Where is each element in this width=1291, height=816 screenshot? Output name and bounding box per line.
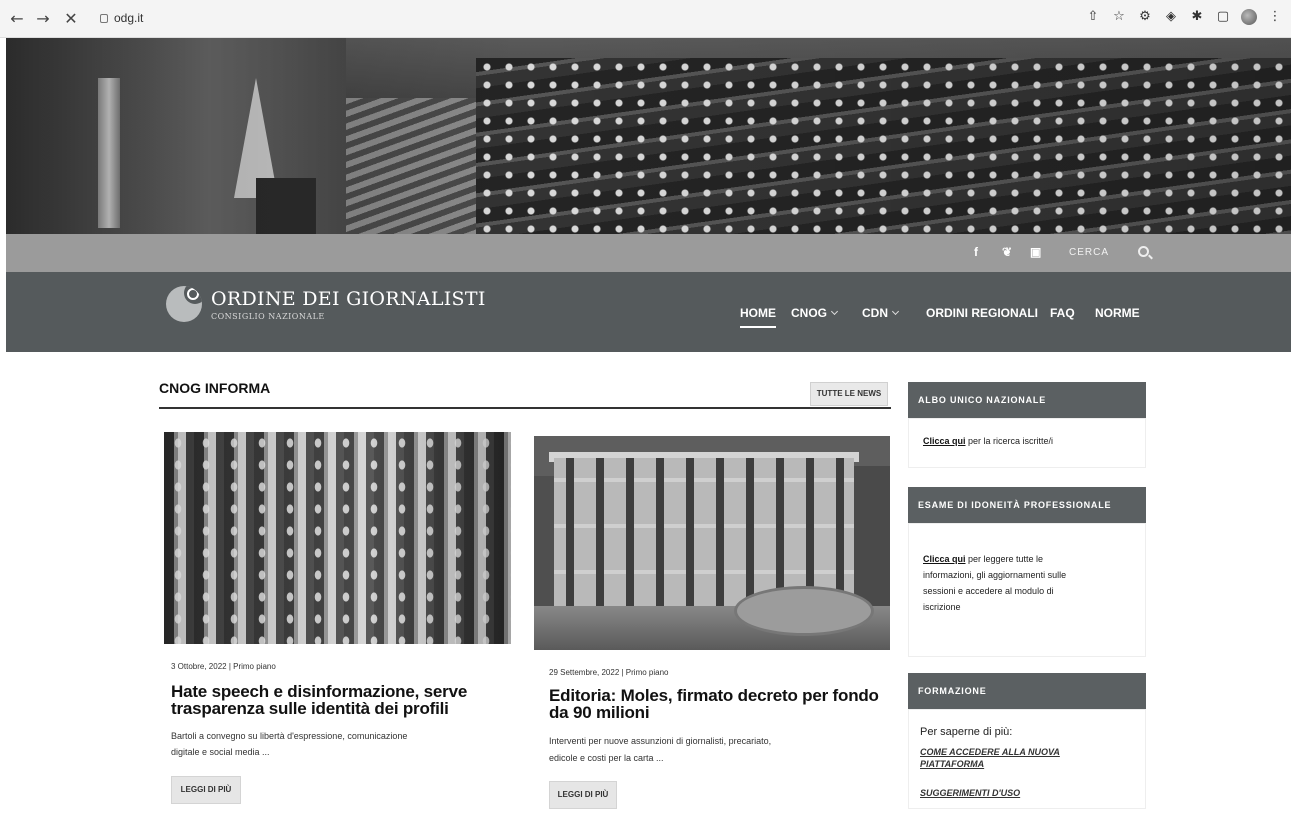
esame-text: sessioni e accedere al modulo di	[923, 586, 1054, 596]
esame-text: informazioni, gli aggiornamenti sulle	[923, 570, 1067, 580]
profile-avatar[interactable]	[1241, 9, 1257, 25]
esame-text-line1: per leggere tutte le	[965, 554, 1044, 564]
url-text: odg.it	[114, 11, 144, 25]
search-icon[interactable]	[1138, 246, 1149, 257]
back-arrow-icon[interactable]: ←	[8, 9, 26, 28]
esame-text: iscrizione	[923, 602, 961, 612]
albo-text-rest: per la ricerca iscritte/i	[965, 436, 1054, 446]
lock-icon	[100, 14, 108, 23]
article-title[interactable]: trasparenza sulle identità dei profili	[171, 700, 449, 717]
article-excerpt: Bartoli a convegno su libertà d'espressi…	[171, 731, 408, 741]
article-image[interactable]	[164, 432, 511, 644]
sidepanel-icon[interactable]: ▢	[1215, 9, 1231, 25]
article-title[interactable]: Hate speech e disinformazione, serve	[171, 683, 467, 700]
nav-ordini-regionali[interactable]: ORDINI REGIONALI	[926, 306, 1038, 320]
formazione-intro: Per saperne di più:	[920, 726, 1013, 738]
esame-link[interactable]: Clicca qui	[923, 554, 966, 564]
star-icon[interactable]: ☆	[1111, 9, 1127, 25]
site-header: ORDINE DEI GIORNALISTI CONSIGLIO NAZIONA…	[6, 272, 1291, 352]
nav-home[interactable]: HOME	[740, 306, 776, 320]
formazione-heading: FORMAZIONE	[908, 673, 1146, 709]
esame-text: Clicca qui per leggere tutte le	[923, 551, 1141, 567]
social-bar: f ❦ ▣ CERCA	[6, 234, 1291, 272]
browser-toolbar: ← → ✕ odg.it ⇧ ☆ ⚙ ◈ ✱ ▢ ⋮	[0, 0, 1291, 38]
suggerimenti-link[interactable]: SUGGERIMENTI D'USO	[920, 787, 1020, 799]
nav-cdn-label: CDN	[862, 306, 888, 320]
section-title: CNOG INFORMA	[159, 380, 271, 396]
esame-heading: ESAME DI IDONEITÀ PROFESSIONALE	[908, 487, 1146, 523]
albo-heading: ALBO UNICO NAZIONALE	[908, 382, 1146, 418]
extension-icon[interactable]: ⚙	[1137, 9, 1153, 25]
more-menu-icon[interactable]: ⋮	[1267, 9, 1283, 25]
close-icon[interactable]: ✕	[62, 9, 80, 28]
read-more-button[interactable]: LEGGI DI PIÙ	[549, 781, 617, 809]
logo-icon[interactable]	[166, 286, 202, 322]
nav-faq[interactable]: FAQ	[1050, 306, 1075, 320]
instagram-icon[interactable]: ▣	[1030, 245, 1041, 259]
article-meta: 29 Settembre, 2022 | Primo piano	[549, 668, 669, 677]
nav-cnog[interactable]: CNOG	[791, 306, 839, 320]
article-excerpt: Interventi per nuove assunzioni di giorn…	[549, 736, 772, 746]
nav-active-indicator	[740, 326, 776, 328]
brand-subtitle: CONSIGLIO NAZIONALE	[211, 312, 325, 321]
article-excerpt: digitale e social media ...	[171, 747, 270, 757]
article-image[interactable]	[534, 436, 890, 650]
puzzle-icon[interactable]: ✱	[1189, 9, 1205, 25]
formazione-link[interactable]: COME ACCEDERE ALLA NUOVA	[920, 746, 1060, 758]
nav-cdn[interactable]: CDN	[862, 306, 900, 320]
share-icon[interactable]: ⇧	[1085, 9, 1101, 25]
browser-actions: ⇧ ☆ ⚙ ◈ ✱ ▢ ⋮	[1085, 9, 1283, 25]
chevron-down-icon	[891, 307, 900, 316]
search-label[interactable]: CERCA	[1069, 247, 1109, 258]
twitter-icon[interactable]: ❦	[1002, 245, 1012, 259]
formazione-link[interactable]: PIATTAFORMA	[920, 758, 984, 770]
forward-arrow-icon[interactable]: →	[34, 9, 52, 28]
albo-link[interactable]: Clicca qui	[923, 436, 966, 446]
article-title[interactable]: Editoria: Moles, firmato decreto per fon…	[549, 687, 879, 704]
address-bar[interactable]: odg.it	[100, 11, 143, 25]
brand-title[interactable]: ORDINE DEI GIORNALISTI	[211, 288, 486, 310]
albo-text: Clicca qui per la ricerca iscritte/i	[923, 433, 1053, 449]
nav-norme[interactable]: NORME	[1095, 306, 1140, 320]
article-meta: 3 Ottobre, 2022 | Primo piano	[171, 662, 276, 671]
article-title[interactable]: da 90 milioni	[549, 704, 650, 721]
all-news-button[interactable]: TUTTE LE NEWS	[810, 382, 888, 406]
facebook-icon[interactable]: f	[974, 245, 978, 259]
section-divider	[159, 407, 891, 409]
read-more-button[interactable]: LEGGI DI PIÙ	[171, 776, 241, 804]
translate-icon[interactable]: ◈	[1163, 9, 1179, 25]
article-excerpt: edicole e costi per la carta ...	[549, 753, 664, 763]
chevron-down-icon	[830, 307, 839, 316]
hero-image	[6, 38, 1291, 234]
nav-cnog-label: CNOG	[791, 306, 827, 320]
